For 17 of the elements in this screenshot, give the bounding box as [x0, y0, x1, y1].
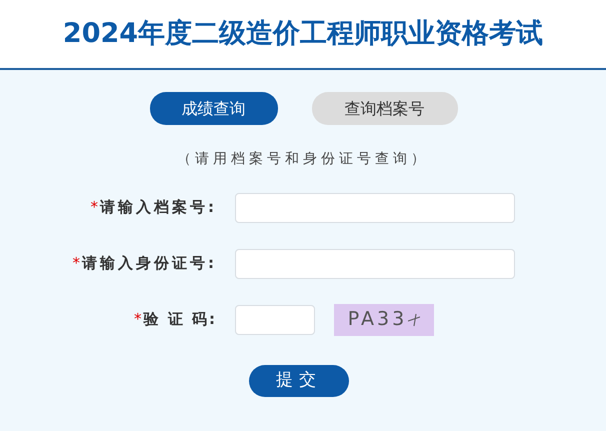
- input-field[interactable]: [235, 248, 515, 278]
- captcha-image[interactable]: PA33: [334, 304, 434, 336]
- hint-text: （请用档案号和身份证号查询）: [176, 150, 430, 169]
- tab[interactable]: 成绩查询: [150, 92, 278, 125]
- captcha-field[interactable]: [235, 304, 315, 334]
- page-title: 2024年度二级造价工程师职业资格考试: [62, 16, 544, 51]
- field-label: 请输入身份证号:: [82, 253, 217, 274]
- required-mark: *: [72, 253, 80, 274]
- submit-button[interactable]: 提交: [249, 365, 349, 397]
- field-label: 验 证 码:: [144, 309, 217, 330]
- required-mark: *: [134, 309, 142, 330]
- field-label: 请输入档案号:: [100, 197, 217, 218]
- input-field[interactable]: [235, 192, 515, 222]
- captcha-text: PA33: [348, 307, 408, 332]
- noise-icon: [408, 312, 420, 326]
- tab[interactable]: 查询档案号: [312, 92, 458, 125]
- required-mark: *: [90, 197, 98, 218]
